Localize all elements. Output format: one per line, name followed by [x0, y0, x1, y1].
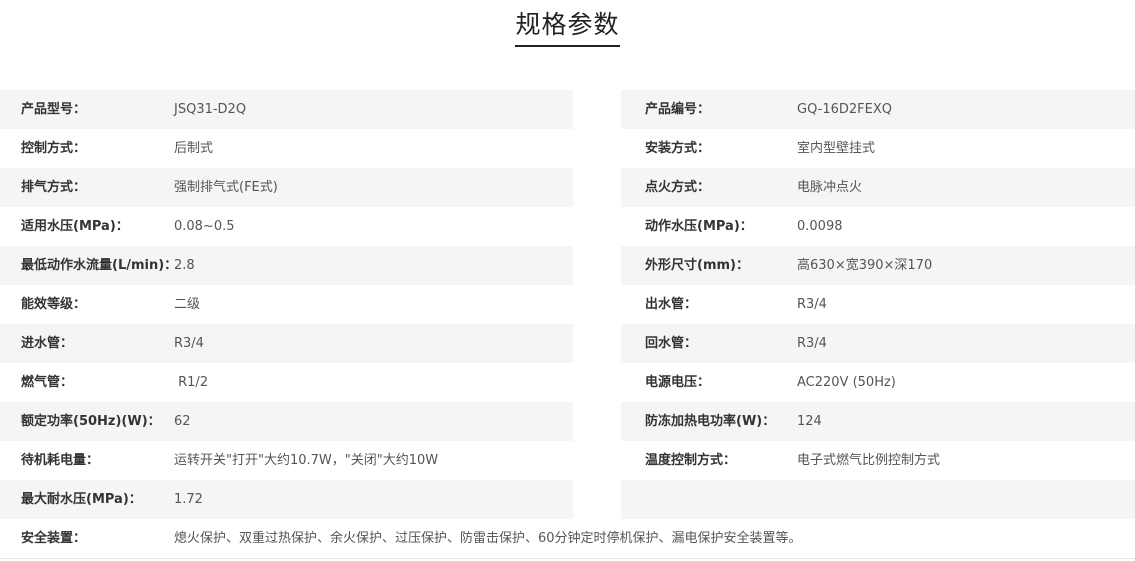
spec-cell-right — [621, 480, 1135, 519]
spec-table: 产品型号： JSQ31-D2Q 产品编号： GQ-16D2FEXQ 控制方式： … — [0, 90, 1135, 559]
spec-cell-left: 产品型号： JSQ31-D2Q — [0, 90, 573, 129]
spec-value: R3/4 — [174, 336, 204, 351]
spec-cell-right: 温度控制方式： 电子式燃气比例控制方式 — [621, 441, 1135, 480]
spec-row: 最大耐水压(MPa)： 1.72 — [0, 480, 1135, 519]
spec-value: JSQ31-D2Q — [174, 102, 247, 117]
spec-value: R1/2 — [174, 375, 209, 390]
spec-cell-left: 进水管： R3/4 — [0, 324, 573, 363]
spec-cell-left: 待机耗电量： 运转开关"打开"大约10.7W，"关闭"大约10W — [0, 441, 573, 480]
spec-row: 能效等级： 二级 出水管： R3/4 — [0, 285, 1135, 324]
spec-value: 运转开关"打开"大约10.7W，"关闭"大约10W — [174, 453, 439, 468]
spec-cell-right: 防冻加热电功率(W)： 124 — [621, 402, 1135, 441]
spec-label: 出水管： — [645, 297, 698, 312]
spec-label: 燃气管： — [21, 375, 74, 390]
spec-label: 适用水压(MPa)： — [21, 219, 129, 234]
spec-row: 额定功率(50Hz)(W)： 62 防冻加热电功率(W)： 124 — [0, 402, 1135, 441]
spec-label: 外形尺寸(mm)： — [645, 258, 749, 273]
spec-value: 62 — [174, 414, 191, 429]
spec-row: 适用水压(MPa)： 0.08~0.5 动作水压(MPa)： 0.0098 — [0, 207, 1135, 246]
spec-cell-left: 能效等级： 二级 — [0, 285, 573, 324]
spec-value: 2.8 — [174, 258, 195, 273]
spec-row: 进水管： R3/4 回水管： R3/4 — [0, 324, 1135, 363]
spec-value: 电子式燃气比例控制方式 — [797, 453, 941, 468]
spec-value: AC220V (50Hz) — [797, 375, 896, 390]
spec-row: 控制方式： 后制式 安装方式： 室内型壁挂式 — [0, 129, 1135, 168]
spec-label: 排气方式： — [21, 180, 87, 195]
spec-cell-left: 燃气管： R1/2 — [0, 363, 573, 402]
spec-label: 能效等级： — [21, 297, 87, 312]
spec-cell-full: 安全装置： 熄火保护、双重过热保护、余火保护、过压保护、防雷击保护、60分钟定时… — [0, 519, 1135, 558]
spec-label: 动作水压(MPa)： — [645, 219, 753, 234]
spec-value: 高630×宽390×深170 — [797, 258, 933, 273]
spec-label: 最低动作水流量(L/min)： — [21, 258, 178, 273]
spec-value: 熄火保护、双重过热保护、余火保护、过压保护、防雷击保护、60分钟定时停机保护、漏… — [174, 531, 802, 546]
spec-label: 安全装置： — [21, 531, 87, 546]
spec-value: 后制式 — [174, 141, 214, 156]
spec-value: 电脉冲点火 — [797, 180, 863, 195]
spec-cell-right: 外形尺寸(mm)： 高630×宽390×深170 — [621, 246, 1135, 285]
spec-value: 室内型壁挂式 — [797, 141, 876, 156]
spec-label: 进水管： — [21, 336, 74, 351]
spec-cell-left: 最大耐水压(MPa)： 1.72 — [0, 480, 573, 519]
spec-label: 待机耗电量： — [21, 453, 100, 468]
title-area: 规格参数 — [0, 0, 1135, 60]
spec-label: 安装方式： — [645, 141, 711, 156]
spec-label: 回水管： — [645, 336, 698, 351]
spec-cell-right: 电源电压： AC220V (50Hz) — [621, 363, 1135, 402]
spec-row: 最低动作水流量(L/min)： 2.8 外形尺寸(mm)： 高630×宽390×… — [0, 246, 1135, 285]
spec-row: 待机耗电量： 运转开关"打开"大约10.7W，"关闭"大约10W 温度控制方式：… — [0, 441, 1135, 480]
spec-cell-right: 出水管： R3/4 — [621, 285, 1135, 324]
spec-label: 防冻加热电功率(W)： — [645, 414, 776, 429]
spec-label: 电源电压： — [645, 375, 711, 390]
spec-cell-right: 产品编号： GQ-16D2FEXQ — [621, 90, 1135, 129]
spec-row: 排气方式： 强制排气式(FE式) 点火方式： 电脉冲点火 — [0, 168, 1135, 207]
spec-label: 点火方式： — [645, 180, 711, 195]
spec-row: 燃气管： R1/2 电源电压： AC220V (50Hz) — [0, 363, 1135, 402]
spec-cell-right: 回水管： R3/4 — [621, 324, 1135, 363]
spec-cell-left: 额定功率(50Hz)(W)： 62 — [0, 402, 573, 441]
spec-cell-left: 适用水压(MPa)： 0.08~0.5 — [0, 207, 573, 246]
page-title: 规格参数 — [515, 8, 620, 47]
spec-cell-right: 安装方式： 室内型壁挂式 — [621, 129, 1135, 168]
spec-cell-left: 最低动作水流量(L/min)： 2.8 — [0, 246, 573, 285]
spec-value: 二级 — [174, 297, 201, 312]
spec-label: 额定功率(50Hz)(W)： — [21, 414, 161, 429]
spec-label: 控制方式： — [21, 141, 87, 156]
spec-value: 0.0098 — [797, 219, 843, 234]
spec-value: GQ-16D2FEXQ — [797, 102, 893, 117]
spec-cell-left: 排气方式： 强制排气式(FE式) — [0, 168, 573, 207]
spec-value: 强制排气式(FE式) — [174, 180, 278, 195]
spec-label: 产品型号： — [21, 102, 87, 117]
spec-value: R3/4 — [797, 336, 827, 351]
spec-value: 124 — [797, 414, 822, 429]
spec-row-full: 安全装置： 熄火保护、双重过热保护、余火保护、过压保护、防雷击保护、60分钟定时… — [0, 519, 1135, 559]
spec-value: 0.08~0.5 — [174, 219, 235, 234]
spec-cell-left: 控制方式： 后制式 — [0, 129, 573, 168]
spec-value: R3/4 — [797, 297, 827, 312]
spec-cell-right: 动作水压(MPa)： 0.0098 — [621, 207, 1135, 246]
spec-label: 最大耐水压(MPa)： — [21, 492, 142, 507]
spec-label: 产品编号： — [645, 102, 711, 117]
spec-cell-right: 点火方式： 电脉冲点火 — [621, 168, 1135, 207]
spec-label: 温度控制方式： — [645, 453, 737, 468]
spec-value: 1.72 — [174, 492, 203, 507]
spec-row: 产品型号： JSQ31-D2Q 产品编号： GQ-16D2FEXQ — [0, 90, 1135, 129]
